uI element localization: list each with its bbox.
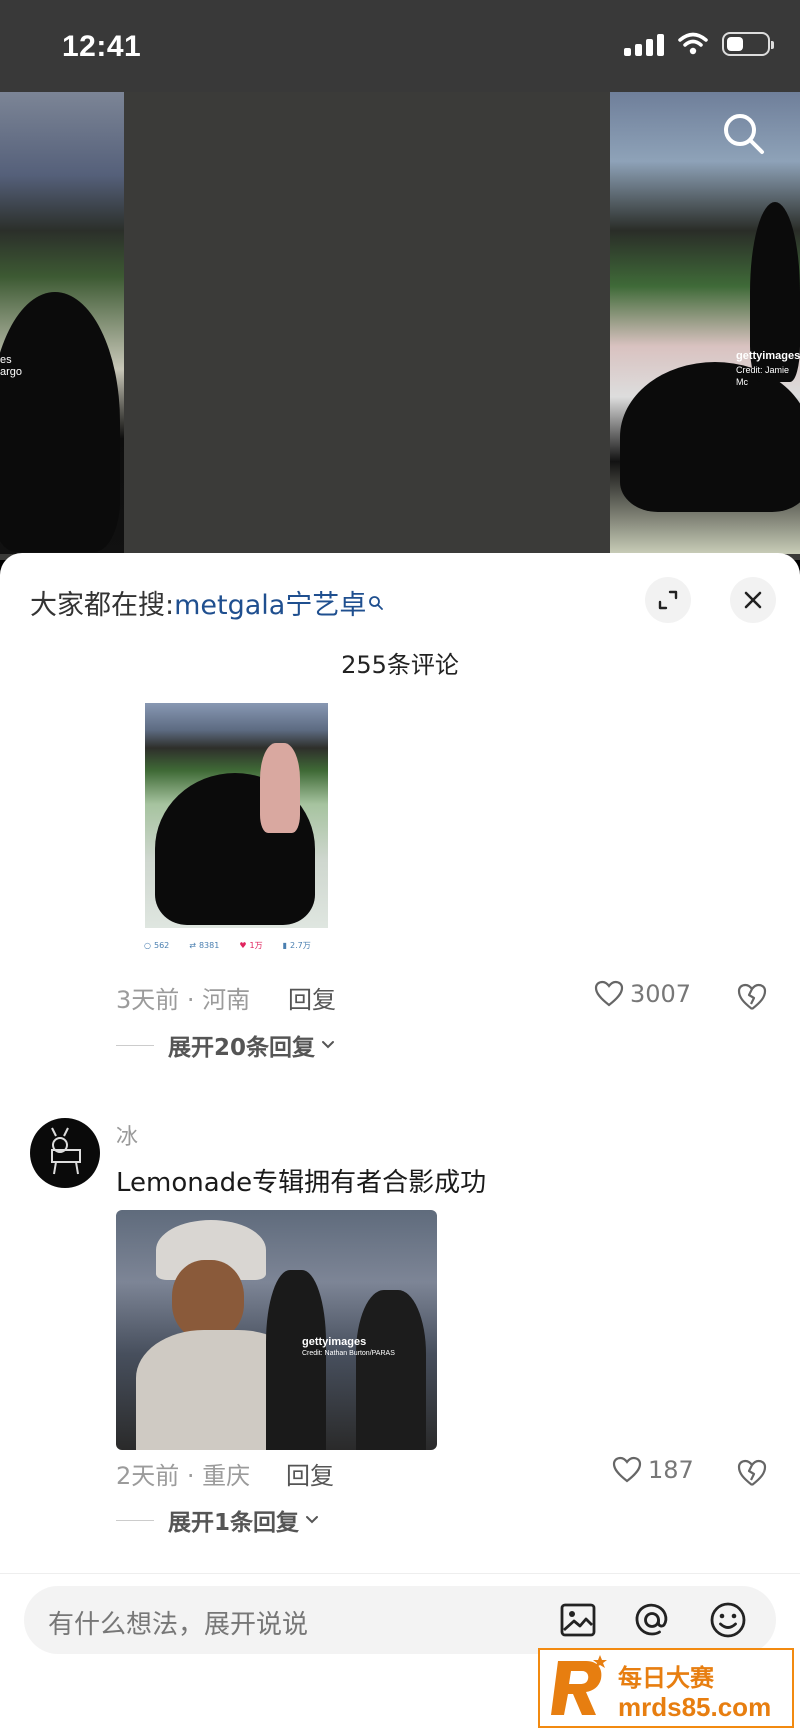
video-right-panel: gettyimages Credit: Jamie Mc (610, 92, 800, 554)
mention-button[interactable] (632, 1600, 672, 1640)
comment-photo (145, 703, 328, 928)
input-divider (0, 1573, 800, 1574)
comment-time-location: 3天前 · 河南 (116, 986, 251, 1014)
comment-time-location: 2天前 · 重庆 (116, 1462, 251, 1490)
chevron-down-icon (322, 1041, 335, 1049)
hot-search-prefix: 大家都在搜: (30, 590, 175, 621)
avatar-drawing (51, 1127, 81, 1175)
photo-credit: es argo (0, 354, 23, 378)
input-placeholder: 有什么想法，展开说说 (48, 1610, 309, 1640)
watermark: 每日大赛 mrds85.com (538, 1648, 794, 1728)
video-left-panel: es argo (0, 92, 124, 554)
expand-replies-label: 展开20条回复 (168, 1035, 316, 1061)
video-center-panel (124, 92, 610, 554)
stat-reposts: ⇄ 8381 (189, 940, 220, 950)
like-count: 3007 (630, 980, 692, 1008)
username[interactable]: 冰 (116, 1119, 138, 1151)
close-button[interactable] (730, 577, 776, 623)
background-figure (260, 743, 300, 833)
broken-heart-icon (737, 983, 767, 1010)
comment-text: Lemonade专辑拥有者合影成功 (116, 1168, 487, 1198)
emoji-button[interactable] (708, 1600, 748, 1640)
signal-icon (624, 32, 664, 56)
comment-count: 255条评论 (341, 651, 459, 679)
comment-image[interactable]: gettyimages Credit: Nathan Burton/PARAS (116, 1210, 437, 1450)
status-bar: 12:41 (0, 0, 800, 92)
like-count: 187 (648, 1456, 694, 1484)
expand-replies[interactable]: 展开20条回复 (116, 1028, 335, 1062)
dress-figure (0, 292, 120, 552)
fullscreen-button[interactable] (645, 577, 691, 623)
photo-credit: Credit: Nathan Burton/PARAS (302, 1350, 395, 1357)
photo-credit: Credit: Jamie Mc (736, 365, 790, 387)
divider-line (116, 1519, 154, 1521)
status-time: 12:41 (62, 30, 142, 63)
emoji-icon (710, 1602, 746, 1638)
getty-brand: gettyimages (736, 350, 800, 362)
like-button[interactable]: 3007 (594, 980, 691, 1008)
watermark-line1: 每日大赛 (618, 1664, 714, 1692)
heart-icon (594, 980, 624, 1007)
stat-comments: ○ 562 (144, 940, 170, 950)
face (172, 1260, 244, 1340)
stat-likes: ♥ 1万 (239, 940, 263, 950)
watermark-line2: mrds85.com (618, 1692, 772, 1722)
reply-button[interactable]: 回复 (286, 1456, 334, 1491)
sheet-header: 大家都在搜:metgala宁艺卓 (0, 553, 800, 643)
like-button[interactable]: 187 (612, 1456, 694, 1484)
heart-icon (612, 1456, 642, 1483)
broken-heart-icon (737, 1459, 767, 1486)
search-icon (368, 587, 384, 610)
dislike-button[interactable] (736, 1458, 768, 1488)
comment-sheet: 大家都在搜:metgala宁艺卓 255条评论 ○ 562 ⇄ 8381 ♥ 1… (0, 553, 800, 1731)
divider-line (116, 1044, 154, 1046)
comment-meta: 2天前 · 重庆 回复 187 (116, 1456, 776, 1490)
background-person (356, 1290, 426, 1450)
avatar[interactable] (30, 1118, 100, 1188)
expand-replies[interactable]: 展开1条回复 (116, 1503, 319, 1537)
status-icons (624, 32, 774, 56)
image-stats: ○ 562 ⇄ 8381 ♥ 1万 ▮ 2.7万 (144, 937, 354, 953)
image-icon (560, 1603, 596, 1637)
battery-icon (722, 32, 774, 56)
comment-image[interactable]: ○ 562 ⇄ 8381 ♥ 1万 ▮ 2.7万 (142, 701, 356, 965)
comment-input[interactable]: 有什么想法，展开说说 (24, 1586, 776, 1654)
background-person (266, 1270, 326, 1450)
wifi-icon (678, 32, 708, 55)
close-icon (744, 591, 762, 609)
image-picker-button[interactable] (558, 1600, 598, 1640)
getty-brand: gettyimages (302, 1336, 367, 1348)
watermark-logo (551, 1655, 607, 1715)
hot-search-term[interactable]: metgala宁艺卓 (174, 590, 366, 621)
dislike-button[interactable] (736, 982, 768, 1012)
hot-search[interactable]: 大家都在搜:metgala宁艺卓 (30, 583, 384, 622)
expand-icon (658, 590, 678, 610)
comment-meta: 3天前 · 河南 回复 3007 (116, 980, 776, 1014)
reply-button[interactable]: 回复 (288, 980, 336, 1015)
chevron-down-icon (306, 1516, 319, 1524)
expand-replies-label: 展开1条回复 (168, 1510, 300, 1536)
stat-views: ▮ 2.7万 (282, 940, 311, 950)
search-icon[interactable] (718, 108, 770, 160)
at-icon (635, 1603, 668, 1636)
